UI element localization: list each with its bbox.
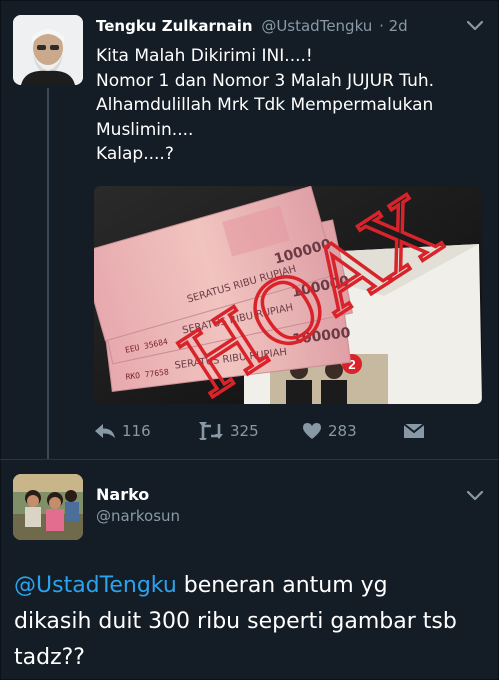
tweet-time[interactable]: · 2d: [379, 17, 408, 35]
reply-button[interactable]: 116: [94, 419, 151, 443]
tweet-divider: [0, 459, 499, 460]
author-name[interactable]: Narko: [96, 485, 149, 504]
tweet-line: Nomor 1 dan Nomor 3 Malah JUJUR Tuh.: [96, 70, 435, 91]
tweet-photo[interactable]: 2 SERATUS RIBU RUPIAH 100000 RKO 77658 S…: [94, 186, 482, 404]
tweet-text: Kita Malah Dikirimi INI....! Nomor 1 dan…: [96, 44, 488, 167]
tweet-line: @UstadTengku beneran antum yg: [14, 568, 494, 604]
tweet-line: Alhamdulillah Mrk Tdk Mempermalukan: [96, 95, 434, 115]
retweet-icon: [199, 422, 223, 440]
like-button[interactable]: 283: [302, 419, 357, 443]
tweet-line: Kalap....?: [96, 144, 174, 164]
tweet-text: @UstadTengku beneran antum yg dikasih du…: [14, 568, 494, 676]
tweet-line: Muslimin....: [96, 119, 194, 140]
avatar[interactable]: [13, 15, 83, 85]
tweet-line: tadz??: [14, 645, 85, 670]
author-handle[interactable]: @UstadTengku: [261, 17, 372, 35]
tweet-line: dikasih duit 300 ribu seperti gambar tsb: [14, 609, 457, 634]
author-name[interactable]: Tengku Zulkarnain: [96, 17, 253, 35]
direct-message-button[interactable]: [403, 419, 425, 443]
tweet-actions: 116 325 283: [94, 419, 486, 443]
heart-icon: [303, 423, 321, 439]
like-count: 283: [328, 422, 357, 440]
thread-connector: [47, 88, 49, 460]
chevron-down-icon[interactable]: [466, 488, 484, 502]
retweet-button[interactable]: 325: [198, 419, 259, 443]
retweet-count: 325: [230, 422, 259, 440]
avatar[interactable]: [13, 474, 83, 540]
mention-link[interactable]: @UstadTengku: [14, 573, 177, 598]
tweet-line-text: beneran antum yg: [176, 573, 388, 598]
tweet-header: Tengku Zulkarnain @UstadTengku · 2d: [96, 17, 408, 35]
tweet-line: Kita Malah Dikirimi INI....!: [96, 46, 313, 66]
envelope-icon: [403, 423, 425, 438]
chevron-down-icon[interactable]: [466, 18, 484, 32]
author-handle[interactable]: @narkosun: [96, 507, 180, 525]
reply-icon: [95, 424, 115, 438]
reply-count: 116: [122, 422, 151, 440]
